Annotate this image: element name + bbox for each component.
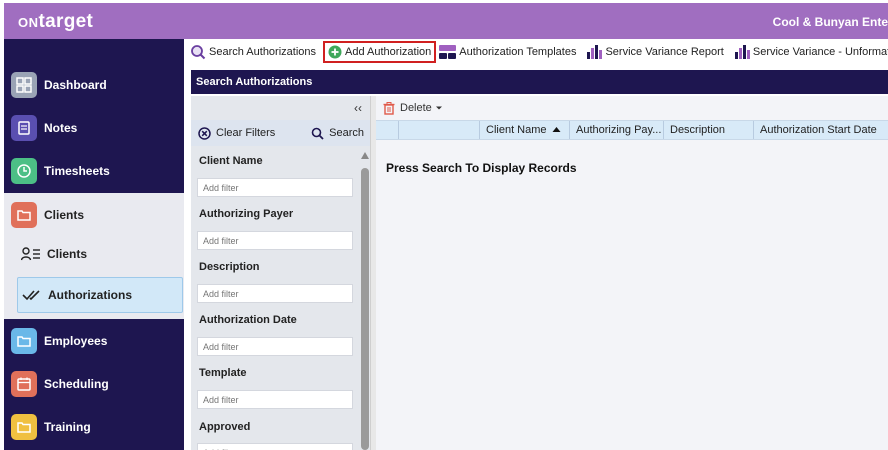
notes-icon [11, 114, 37, 141]
sidebar-item-scheduling[interactable]: Scheduling [4, 362, 184, 405]
toolbar-label: Search Authorizations [209, 46, 317, 58]
search-icon [311, 127, 324, 140]
toolbar-label: Authorization Templates [459, 46, 577, 58]
sidebar: Dashboard Notes Timesheets Clients Clien… [4, 39, 184, 450]
sidebar-subitem-label: Authorizations [48, 288, 132, 302]
sidebar-item-employees[interactable]: Employees [4, 319, 184, 362]
top-bar: ONtarget Cool & Bunyan Ente [4, 3, 888, 39]
clock-icon [11, 157, 37, 184]
sidebar-item-label: Dashboard [44, 77, 107, 92]
filter-label-template: Template [199, 367, 247, 379]
add-authorization-button[interactable]: Add Authorization [323, 41, 437, 63]
filter-label-authorization-date: Authorization Date [199, 314, 297, 326]
sidebar-item-label: Scheduling [44, 376, 109, 391]
search-label: Search [329, 127, 364, 139]
clients-section: Clients Clients Authorizations [4, 193, 184, 319]
scroll-thumb[interactable] [361, 168, 369, 450]
bar-chart-icon [587, 45, 603, 59]
ontarget-logo[interactable]: ONtarget [18, 11, 93, 33]
sidebar-subitem-label: Clients [47, 247, 88, 261]
sidebar-item-label: Training [44, 419, 91, 434]
app-window: ONtarget Cool & Bunyan Ente Dashboard No… [0, 0, 888, 450]
column-authorizing-payer[interactable]: Authorizing Pay... [569, 121, 663, 139]
toolbar-label: Service Variance Report [605, 46, 724, 58]
delete-label: Delete [400, 102, 432, 114]
search-authorizations-button[interactable]: Search Authorizations [187, 41, 319, 63]
sort-ascending-icon [552, 127, 561, 132]
filter-label-client-name: Client Name [199, 155, 263, 167]
column-description[interactable]: Description [663, 121, 753, 139]
add-circle-icon [328, 45, 342, 59]
caret-down-icon [435, 106, 442, 110]
company-name[interactable]: Cool & Bunyan Ente [773, 15, 888, 29]
sidebar-item-dashboard[interactable]: Dashboard [4, 63, 184, 106]
column-label: Client Name [486, 124, 547, 136]
sidebar-item-label: Clients [44, 207, 85, 222]
double-check-icon [22, 288, 42, 302]
sidebar-subitem-clients[interactable]: Clients [4, 236, 184, 272]
folder-icon [11, 413, 37, 440]
filter-actions: Clear Filters Search [191, 120, 370, 146]
folder-icon [11, 327, 37, 354]
clear-filters-button[interactable]: Clear Filters [198, 126, 276, 140]
sidebar-item-notes[interactable]: Notes [4, 106, 184, 149]
filter-label-description: Description [199, 261, 260, 273]
toolbar: Search Authorizations Add Authorization … [184, 39, 888, 65]
panel-title: Search Authorizations [191, 70, 888, 94]
sidebar-item-label: Timesheets [44, 163, 110, 178]
sidebar-item-timesheets[interactable]: Timesheets [4, 149, 184, 192]
grid-header: Client Name Authorizing Pay... Descripti… [376, 120, 888, 140]
dashboard-grid-icon [11, 71, 37, 98]
filter-label-authorizing-payer: Authorizing Payer [199, 208, 294, 220]
sidebar-item-training[interactable]: Training [4, 405, 184, 448]
service-variance-unformatted-button[interactable]: Service Variance - Unformatt [731, 41, 888, 63]
actions-column [398, 121, 479, 139]
logo-prefix: ON [18, 15, 39, 30]
client-list-icon [20, 247, 41, 261]
collapse-panel-button[interactable]: ‹‹ [354, 101, 362, 115]
service-variance-report-button[interactable]: Service Variance Report [583, 41, 726, 63]
authorization-templates-button[interactable]: Authorization Templates [436, 41, 579, 63]
results-toolbar: Delete [376, 96, 888, 120]
toolbar-label: Add Authorization [345, 46, 432, 58]
logo-text: target [38, 11, 94, 32]
delete-button[interactable]: Delete [383, 101, 443, 115]
description-filter-input[interactable] [197, 284, 353, 303]
select-column[interactable] [376, 121, 398, 139]
folder-icon [11, 201, 37, 228]
authorizing-payer-filter-input[interactable] [197, 231, 353, 250]
template-filter-input[interactable] [197, 390, 353, 409]
sidebar-item-label: Notes [44, 120, 78, 135]
sidebar-subitem-authorizations[interactable]: Authorizations [17, 277, 183, 313]
column-authorization-start-date[interactable]: Authorization Start Date [753, 121, 888, 139]
column-client-name[interactable]: Client Name [479, 121, 569, 139]
sidebar-item-clients[interactable]: Clients [4, 193, 184, 236]
filter-scrollbar[interactable] [361, 152, 369, 450]
clear-filters-label: Clear Filters [216, 127, 276, 139]
clear-icon [198, 126, 211, 140]
search-button[interactable]: Search [311, 127, 364, 140]
results-panel: Delete Client Name Authorizing Pay... De… [376, 96, 888, 450]
bar-chart-icon [734, 45, 750, 59]
approved-filter-input[interactable] [197, 443, 353, 450]
empty-results-message: Press Search To Display Records [386, 161, 577, 175]
filter-label-approved: Approved [199, 421, 251, 433]
templates-icon [439, 45, 457, 59]
toolbar-label: Service Variance - Unformatt [752, 46, 888, 58]
calendar-icon [11, 370, 37, 397]
sidebar-item-label: Employees [44, 333, 108, 348]
filter-panel: ‹‹ Clear Filters Search Client Name Auth… [191, 96, 370, 450]
authorization-date-filter-input[interactable] [197, 337, 353, 356]
search-icon [191, 45, 206, 60]
trash-icon [383, 101, 395, 115]
scroll-up-arrow-icon[interactable] [361, 152, 369, 159]
client-name-filter-input[interactable] [197, 178, 353, 197]
